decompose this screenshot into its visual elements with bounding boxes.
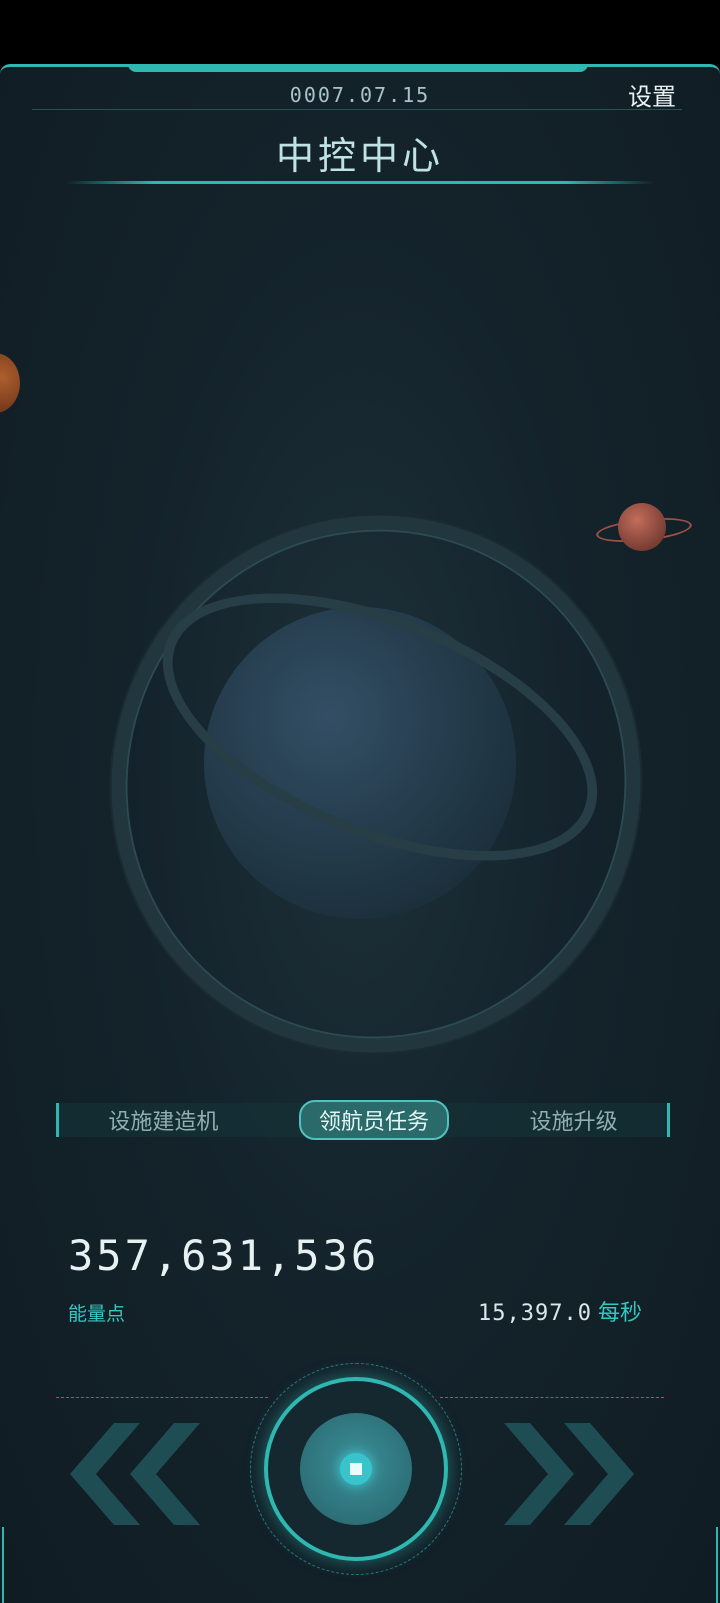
status-bar [0,0,720,64]
tab-navigator-mission[interactable]: 领航员任务 [298,1100,449,1140]
frame-line-left [2,1527,4,1603]
energy-rate: 15,397.0 每秒 [478,1295,642,1327]
space-station-scene[interactable] [0,197,720,1122]
energy-rate-value: 15,397.0 [478,1301,592,1326]
core-button[interactable] [250,1363,462,1575]
title-underline [66,181,654,184]
header-divider [32,109,682,110]
game-screen: 0007.07.15 设置 中控中心 设施建造机 领航员任务 设施升级 357,… [0,64,720,1603]
double-chevron-left-icon[interactable] [62,1419,210,1529]
energy-rate-unit: 每秒 [597,1301,642,1326]
tab-bar: 设施建造机 领航员任务 设施升级 [56,1100,670,1140]
tab-facility-builder[interactable]: 设施建造机 [90,1102,236,1138]
frame-line-right [716,1527,718,1603]
core-button-square [350,1463,362,1475]
energy-points-value: 357,631,536 [68,1231,380,1280]
dashed-divider-left [56,1397,268,1398]
settings-button[interactable]: 设置 [628,77,676,112]
tab-facility-upgrade[interactable]: 设施升级 [512,1102,636,1138]
energy-points-label: 能量点 [68,1303,126,1325]
top-accent [128,67,588,72]
ringed-planet [618,503,666,551]
game-date: 0007.07.15 [289,83,431,107]
page-title: 中控中心 [275,134,444,178]
red-planet [0,353,20,413]
double-chevron-right-icon[interactable] [494,1419,642,1529]
dashed-divider-right [440,1397,664,1398]
